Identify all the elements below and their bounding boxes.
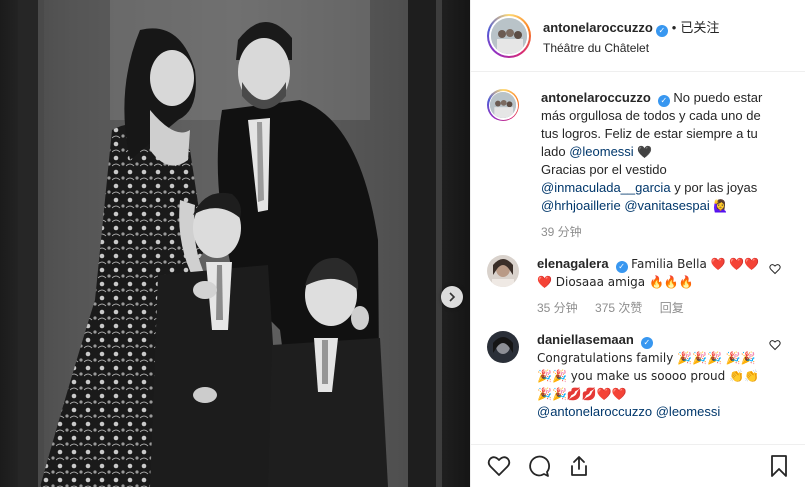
like-comment-heart-icon[interactable]: [769, 339, 781, 351]
caption-avatar[interactable]: [487, 89, 519, 121]
post-photo[interactable]: [0, 0, 470, 487]
mention-link[interactable]: @leomessi: [569, 144, 634, 159]
chevron-right-icon: [449, 292, 456, 302]
author-avatar[interactable]: [487, 13, 531, 58]
commenter-avatar[interactable]: [487, 331, 519, 363]
comment-text: Congratulations family 🎉🎉🎉 🎉🎉🎉🎉 you make…: [537, 351, 759, 401]
comments-list[interactable]: antonelaroccuzzo ✓ No puedo estar más org…: [471, 73, 805, 443]
comment-body: daniellasemaan ✓ Congratulations family 🎉…: [537, 331, 763, 421]
avatar-image: [487, 255, 519, 287]
caption-username[interactable]: antonelaroccuzzo: [541, 90, 651, 105]
comment-button[interactable]: [527, 454, 551, 478]
comment-item: daniellasemaan ✓ Congratulations family 🎉…: [487, 331, 789, 421]
caption-text: y por las joyas: [674, 180, 758, 195]
caption: antonelaroccuzzo ✓ No puedo estar más org…: [487, 89, 789, 241]
mention-link[interactable]: @inmaculada__garcia: [541, 180, 671, 195]
share-button[interactable]: [567, 454, 591, 478]
verified-badge-icon: ✓: [615, 261, 628, 273]
comment-body: elenagalera ✓ Familia Bella ❤️ ❤️❤️❤️ Dio…: [537, 255, 763, 317]
woman-raising-hand-emoji: 🙋‍♀️: [713, 199, 729, 213]
caption-text: Gracias por el vestido: [541, 162, 667, 177]
verified-badge-icon: ✓: [640, 337, 653, 349]
next-photo-button[interactable]: [441, 286, 463, 308]
share-icon: [571, 456, 587, 476]
family-photo: [0, 0, 470, 487]
like-button[interactable]: [487, 454, 511, 478]
commenter-avatar[interactable]: [487, 255, 519, 287]
comment-likes[interactable]: 375 次赞: [595, 301, 642, 315]
location-link[interactable]: Théâtre du Châtelet: [543, 41, 719, 55]
avatar-image: [491, 17, 527, 54]
comment-icon: [529, 455, 550, 477]
post-action-bar: [471, 444, 805, 487]
following-button[interactable]: 已关注: [680, 20, 719, 35]
black-heart-emoji: 🖤: [637, 145, 653, 159]
verified-badge-icon: ✓: [657, 95, 670, 107]
caption-timestamp[interactable]: 39 分钟: [541, 225, 582, 239]
bookmark-icon: [771, 455, 787, 477]
verified-badge-icon: ✓: [655, 24, 668, 37]
avatar-image: [490, 92, 516, 118]
caption-body: antonelaroccuzzo ✓ No puedo estar más org…: [541, 89, 767, 241]
header-meta: antonelaroccuzzo ✓ • 已关注 Théâtre du Châtele…: [543, 17, 719, 55]
mention-link[interactable]: @leomessi: [656, 404, 721, 419]
mention-link[interactable]: @antonelaroccuzzo: [537, 404, 652, 419]
comment-username[interactable]: daniellasemaan: [537, 332, 634, 347]
comment-username[interactable]: elenagalera: [537, 256, 609, 271]
reply-button[interactable]: 回复: [660, 301, 684, 315]
save-button[interactable]: [767, 454, 791, 478]
mention-link[interactable]: @hrhjoaillerie: [541, 198, 621, 213]
post-header: antonelaroccuzzo ✓ • 已关注 Théâtre du Châtele…: [471, 0, 805, 72]
comment-item: elenagalera ✓ Familia Bella ❤️ ❤️❤️❤️ Dio…: [487, 255, 789, 317]
like-comment-heart-icon[interactable]: [769, 263, 781, 275]
post-sidebar: antonelaroccuzzo ✓ • 已关注 Théâtre du Châtele…: [470, 0, 805, 487]
heart-icon: [487, 456, 511, 476]
avatar-image: [487, 331, 519, 363]
comment-timestamp[interactable]: 35 分钟: [537, 301, 578, 315]
author-username[interactable]: antonelaroccuzzo: [543, 20, 653, 35]
separator-dot: •: [671, 19, 677, 35]
mention-link[interactable]: @vanitasespai: [624, 198, 709, 213]
